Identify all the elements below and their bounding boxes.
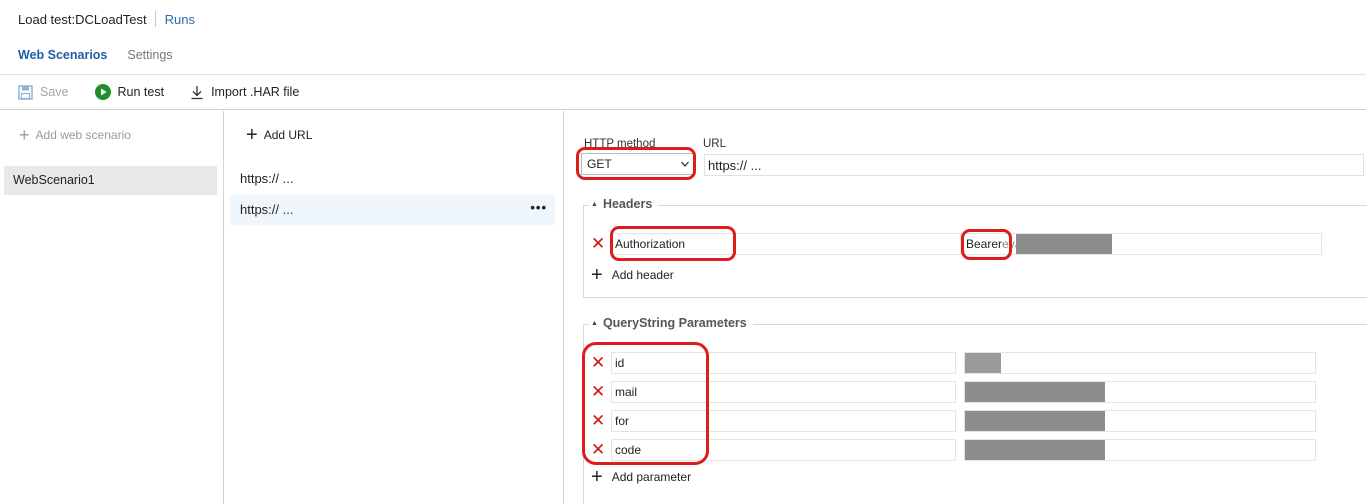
- url-item-label: https:// ...: [240, 171, 294, 186]
- add-url-label: Add URL: [263, 128, 313, 142]
- save-button[interactable]: Save: [18, 84, 69, 100]
- breadcrumb-divider: [154, 11, 156, 27]
- download-icon: [191, 85, 203, 99]
- remove-param-icon[interactable]: ✕: [591, 441, 611, 458]
- param-row: ✕ id: [591, 352, 1316, 374]
- remove-param-icon[interactable]: ✕: [591, 354, 611, 371]
- param-name-field[interactable]: id: [611, 352, 956, 374]
- param-row: ✕ mail: [591, 381, 1316, 403]
- scenario-item[interactable]: WebScenario1: [4, 166, 217, 195]
- header-name-value: Authorization: [615, 237, 686, 251]
- more-options-icon[interactable]: •••: [530, 200, 547, 215]
- tab-web-scenarios[interactable]: Web Scenarios: [18, 48, 107, 62]
- breadcrumb: Load test:DCLoadTest Runs: [18, 11, 195, 27]
- add-web-scenario-label: Add web scenario: [35, 128, 131, 142]
- chevron-down-icon: [681, 161, 689, 167]
- param-value-field[interactable]: [964, 352, 1316, 374]
- param-value-field[interactable]: [964, 381, 1316, 403]
- run-test-button[interactable]: Run test: [94, 84, 165, 100]
- redacted-block: [1016, 234, 1112, 254]
- headers-section: ▲ Headers ✕ Authorization BearereyJ0 + A…: [583, 197, 1367, 298]
- param-name-field[interactable]: mail: [611, 381, 956, 403]
- url-pane: + Add URL https:// ... https:// ... •••: [224, 111, 564, 504]
- import-har-button[interactable]: Import .HAR file: [190, 85, 299, 100]
- run-test-label: Run test: [117, 85, 165, 99]
- url-value: https:// ...: [708, 158, 762, 173]
- redacted-block: [965, 382, 1105, 402]
- remove-param-icon[interactable]: ✕: [591, 412, 611, 429]
- add-web-scenario-button[interactable]: + Add web scenario: [19, 125, 131, 145]
- param-name-value: for: [615, 414, 630, 428]
- url-item-selected[interactable]: https:// ... •••: [230, 195, 555, 225]
- request-editor: HTTP method URL GET https:// ... ▲ Heade…: [564, 111, 1368, 504]
- add-header-label: Add header: [611, 268, 674, 282]
- http-method-select[interactable]: GET: [581, 153, 695, 175]
- http-method-value: GET: [587, 157, 612, 171]
- header-row: ✕ Authorization BearereyJ0: [591, 233, 1322, 255]
- http-method-label: HTTP method: [584, 138, 656, 150]
- add-url-button[interactable]: + Add URL: [246, 124, 313, 146]
- headers-toggle[interactable]: ▲ Headers: [589, 197, 659, 211]
- add-parameter-button[interactable]: + Add parameter: [591, 466, 692, 488]
- redacted-block: [965, 411, 1105, 431]
- header-value-prefix: Bearer: [966, 237, 1003, 251]
- tab-bar: Web Scenarios Settings: [18, 48, 193, 62]
- plus-icon: +: [591, 466, 603, 488]
- plus-icon: +: [591, 264, 603, 286]
- param-row: ✕ code: [591, 439, 1316, 461]
- redacted-block: [965, 440, 1105, 460]
- param-name-field[interactable]: code: [611, 439, 956, 461]
- import-har-label: Import .HAR file: [211, 85, 300, 99]
- add-header-button[interactable]: + Add header: [591, 264, 674, 286]
- param-row: ✕ for: [591, 410, 1316, 432]
- param-name-value: mail: [615, 385, 638, 399]
- param-name-field[interactable]: for: [611, 410, 956, 432]
- runs-link[interactable]: Runs: [165, 12, 195, 27]
- url-label: URL: [703, 138, 727, 150]
- param-value-field[interactable]: [964, 410, 1316, 432]
- play-icon: [94, 84, 111, 100]
- header-value-field[interactable]: BearereyJ0: [961, 233, 1322, 255]
- headers-title: Headers: [602, 197, 653, 211]
- add-parameter-label: Add parameter: [611, 470, 692, 484]
- collapse-triangle-icon: ▲: [591, 319, 598, 327]
- querystring-title: QueryString Parameters: [602, 316, 747, 330]
- save-icon: [18, 84, 33, 100]
- plus-icon: +: [19, 125, 30, 145]
- scenario-pane: + Add web scenario WebScenario1: [0, 111, 224, 504]
- remove-param-icon[interactable]: ✕: [591, 383, 611, 400]
- url-item[interactable]: https:// ...: [230, 164, 555, 194]
- param-name-value: id: [615, 356, 625, 370]
- toolbar: Save Run test Import .HAR file: [0, 74, 1366, 110]
- redacted-block: [965, 353, 1001, 373]
- remove-header-icon[interactable]: ✕: [591, 235, 611, 252]
- param-name-value: code: [615, 443, 642, 457]
- querystring-toggle[interactable]: ▲ QueryString Parameters: [589, 316, 753, 330]
- page-title: Load test:DCLoadTest: [18, 11, 147, 27]
- plus-icon: +: [246, 124, 258, 146]
- url-input[interactable]: https:// ...: [704, 154, 1364, 176]
- header-name-field[interactable]: Authorization: [611, 233, 961, 255]
- param-value-field[interactable]: [964, 439, 1316, 461]
- url-item-label: https:// ...: [240, 202, 294, 217]
- querystring-section: ▲ QueryString Parameters ✕ id ✕ mail ✕ f…: [583, 316, 1367, 504]
- tab-settings[interactable]: Settings: [127, 48, 172, 62]
- collapse-triangle-icon: ▲: [591, 200, 598, 208]
- save-label: Save: [40, 85, 69, 99]
